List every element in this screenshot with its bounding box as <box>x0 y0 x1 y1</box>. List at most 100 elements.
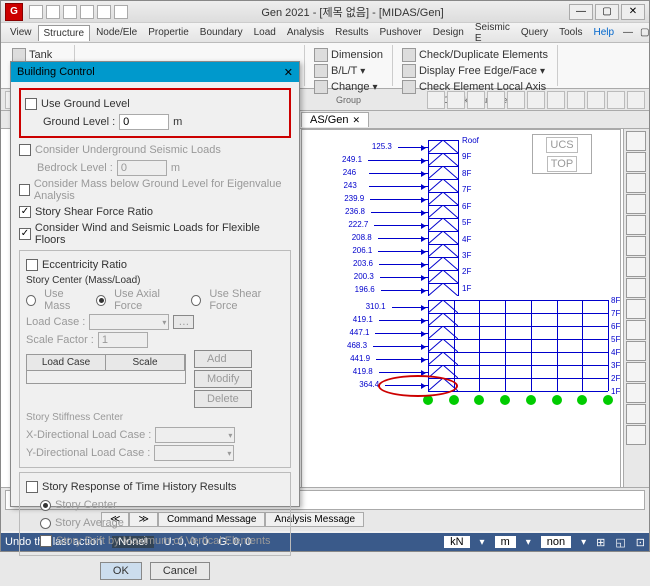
maximize-button[interactable]: ▢ <box>595 4 619 20</box>
status-icon[interactable]: ⊡ <box>636 536 645 549</box>
tool-icon[interactable] <box>427 91 445 109</box>
tool-icon[interactable] <box>507 91 525 109</box>
rtool-icon[interactable] <box>626 173 646 193</box>
rib-freeedge[interactable]: Display Free Edge/Face▾ <box>399 63 551 79</box>
highlight-box: Use Ground Level Ground Level :m <box>19 88 291 138</box>
menu-design[interactable]: Design <box>428 25 469 40</box>
menu-node[interactable]: Node/Ele <box>91 25 142 40</box>
qat-undo-icon[interactable] <box>80 5 94 19</box>
status-m[interactable]: m <box>495 536 516 548</box>
add-button: Add <box>194 350 252 368</box>
rib-dimension[interactable]: Dimension <box>311 47 386 63</box>
eccentricity-checkbox[interactable] <box>26 259 38 271</box>
menu-load[interactable]: Load <box>249 25 281 40</box>
bedrock-input <box>117 160 167 176</box>
rtool-icon[interactable] <box>626 425 646 445</box>
story-shear-label: Story Shear Force Ratio <box>35 206 153 218</box>
change-icon <box>314 80 328 94</box>
story-center-radio <box>40 500 51 511</box>
rtool-icon[interactable] <box>626 383 646 403</box>
menu-max-icon[interactable]: ▢ <box>637 27 650 38</box>
story-shear-checkbox[interactable] <box>19 206 31 218</box>
qat-redo-icon[interactable] <box>97 5 111 19</box>
menu-results[interactable]: Results <box>330 25 373 40</box>
tool-icon[interactable] <box>547 91 565 109</box>
rtool-icon[interactable] <box>626 215 646 235</box>
menu-seismic[interactable]: Seismic E <box>470 20 515 46</box>
rtool-icon[interactable] <box>626 320 646 340</box>
menu-structure[interactable]: Structure <box>38 25 91 41</box>
cancel-button[interactable]: Cancel <box>150 562 210 580</box>
mass-below-checkbox <box>19 184 30 196</box>
menu-analysis[interactable]: Analysis <box>282 25 329 40</box>
rtool-icon[interactable] <box>626 362 646 382</box>
rib-checkdup[interactable]: Check/Duplicate Elements <box>399 47 551 63</box>
rib-blt[interactable]: B/L/T▾ <box>311 63 386 79</box>
dialog-titlebar[interactable]: Building Control ✕ <box>11 62 299 82</box>
rib-change[interactable]: Change▾ <box>311 79 386 95</box>
doc-tab[interactable]: AS/Gen✕ <box>301 112 369 127</box>
use-ground-level-checkbox[interactable] <box>25 98 37 110</box>
use-axial-radio <box>96 295 106 306</box>
menu-min-icon[interactable]: — <box>620 27 636 38</box>
rtool-icon[interactable] <box>626 257 646 277</box>
rtool-icon[interactable] <box>626 278 646 298</box>
tool-icon[interactable] <box>587 91 605 109</box>
localaxis-icon <box>402 80 416 94</box>
tab-close-icon[interactable]: ✕ <box>353 115 361 126</box>
rtool-icon[interactable] <box>626 299 646 319</box>
ground-level-input[interactable] <box>119 114 169 130</box>
mass-below-label: Consider Mass below Ground Level for Eig… <box>34 178 291 202</box>
status-non[interactable]: non <box>541 536 571 548</box>
qat-save-icon[interactable] <box>63 5 77 19</box>
model-canvas[interactable]: UCS TOP 125.3249.1246243239.9236.8222.72… <box>301 129 621 507</box>
wind-seismic-label: Consider Wind and Seismic Loads for Flex… <box>35 222 291 246</box>
tool-icon[interactable] <box>487 91 505 109</box>
menu-tools[interactable]: Tools <box>554 25 587 40</box>
rtool-icon[interactable] <box>626 194 646 214</box>
rtool-icon[interactable] <box>626 404 646 424</box>
menu-view[interactable]: View <box>5 25 37 40</box>
rtool-icon[interactable] <box>626 131 646 151</box>
eccentricity-label: Eccentricity Ratio <box>42 259 127 271</box>
y-loadcase-combo <box>154 445 234 461</box>
bedrock-label: Bedrock Level : <box>37 162 113 174</box>
story-response-group: Story Response of Time History Results S… <box>19 472 291 556</box>
menu-query[interactable]: Query <box>516 25 553 40</box>
menu-boundary[interactable]: Boundary <box>195 25 248 40</box>
tool-icon[interactable] <box>567 91 585 109</box>
qat-open-icon[interactable] <box>46 5 60 19</box>
th-scale: Scale <box>106 355 185 370</box>
status-kn[interactable]: kN <box>444 536 469 548</box>
dialog-close-icon[interactable]: ✕ <box>284 66 293 79</box>
minimize-button[interactable]: — <box>569 4 593 20</box>
scale-factor-input <box>98 332 148 348</box>
dialog-title: Building Control <box>17 66 95 78</box>
menu-pushover[interactable]: Pushover <box>374 25 426 40</box>
tool-icon[interactable] <box>447 91 465 109</box>
wind-seismic-checkbox[interactable] <box>19 228 31 240</box>
tool-icon[interactable] <box>627 91 645 109</box>
tool-icon[interactable] <box>527 91 545 109</box>
dimension-icon <box>314 48 328 62</box>
status-icon[interactable]: ◱ <box>615 536 625 549</box>
close-button[interactable]: ✕ <box>621 4 645 20</box>
rtool-icon[interactable] <box>626 236 646 256</box>
menu-help[interactable]: Help <box>588 25 619 40</box>
x-loadcase-combo <box>155 427 235 443</box>
story-center-massload-label: Story Center (Mass/Load) <box>26 275 284 286</box>
rtool-icon[interactable] <box>626 341 646 361</box>
status-icon[interactable]: ⊞ <box>596 536 605 549</box>
story-response-checkbox[interactable] <box>26 481 38 493</box>
qat-new-icon[interactable] <box>29 5 43 19</box>
tool-icon[interactable] <box>467 91 485 109</box>
highlight-oval <box>378 375 458 397</box>
qat-close-icon[interactable] <box>114 5 128 19</box>
delete-button: Delete <box>194 390 252 408</box>
rtool-icon[interactable] <box>626 152 646 172</box>
eccentricity-group: Eccentricity Ratio Story Center (Mass/Lo… <box>19 250 291 468</box>
use-ground-level-label: Use Ground Level <box>41 98 130 110</box>
menu-properties[interactable]: Propertie <box>143 25 194 40</box>
tool-icon[interactable] <box>607 91 625 109</box>
ok-button[interactable]: OK <box>100 562 142 580</box>
